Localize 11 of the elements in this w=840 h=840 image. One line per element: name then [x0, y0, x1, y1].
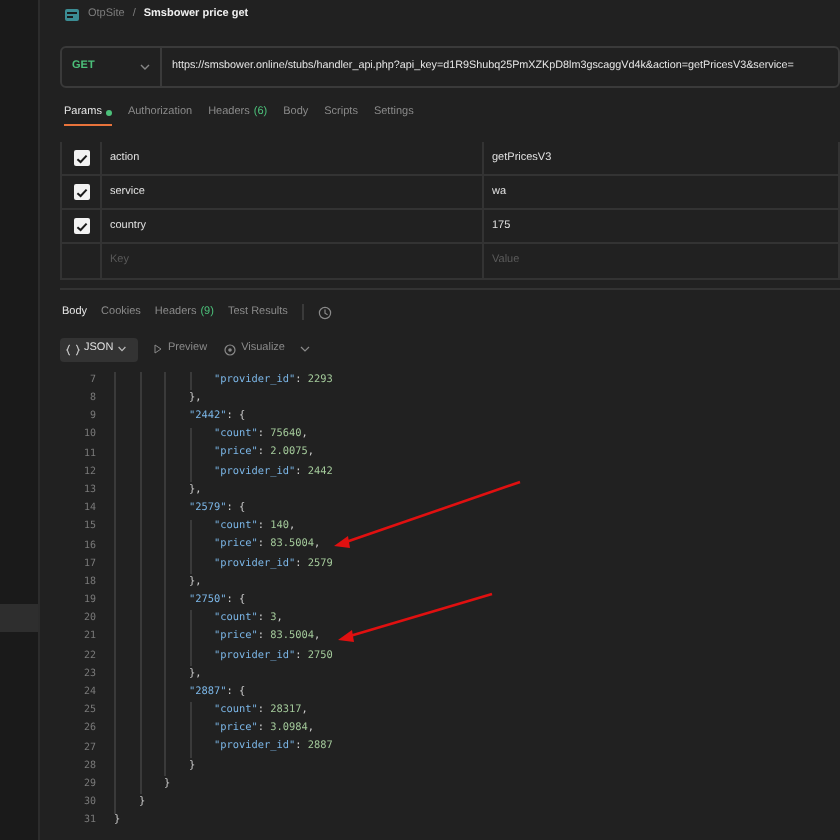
caret-icon — [117, 346, 126, 352]
caret-icon — [140, 64, 150, 70]
caret-icon[interactable] — [300, 346, 311, 352]
checkbox[interactable] — [73, 218, 89, 234]
braces-icon — [66, 343, 80, 355]
play-icon — [154, 344, 162, 354]
collection-icon — [64, 8, 80, 22]
checkbox[interactable] — [73, 150, 89, 166]
history-icon[interactable] — [317, 305, 332, 319]
visualize-icon — [223, 343, 236, 355]
checkbox[interactable] — [73, 184, 89, 200]
